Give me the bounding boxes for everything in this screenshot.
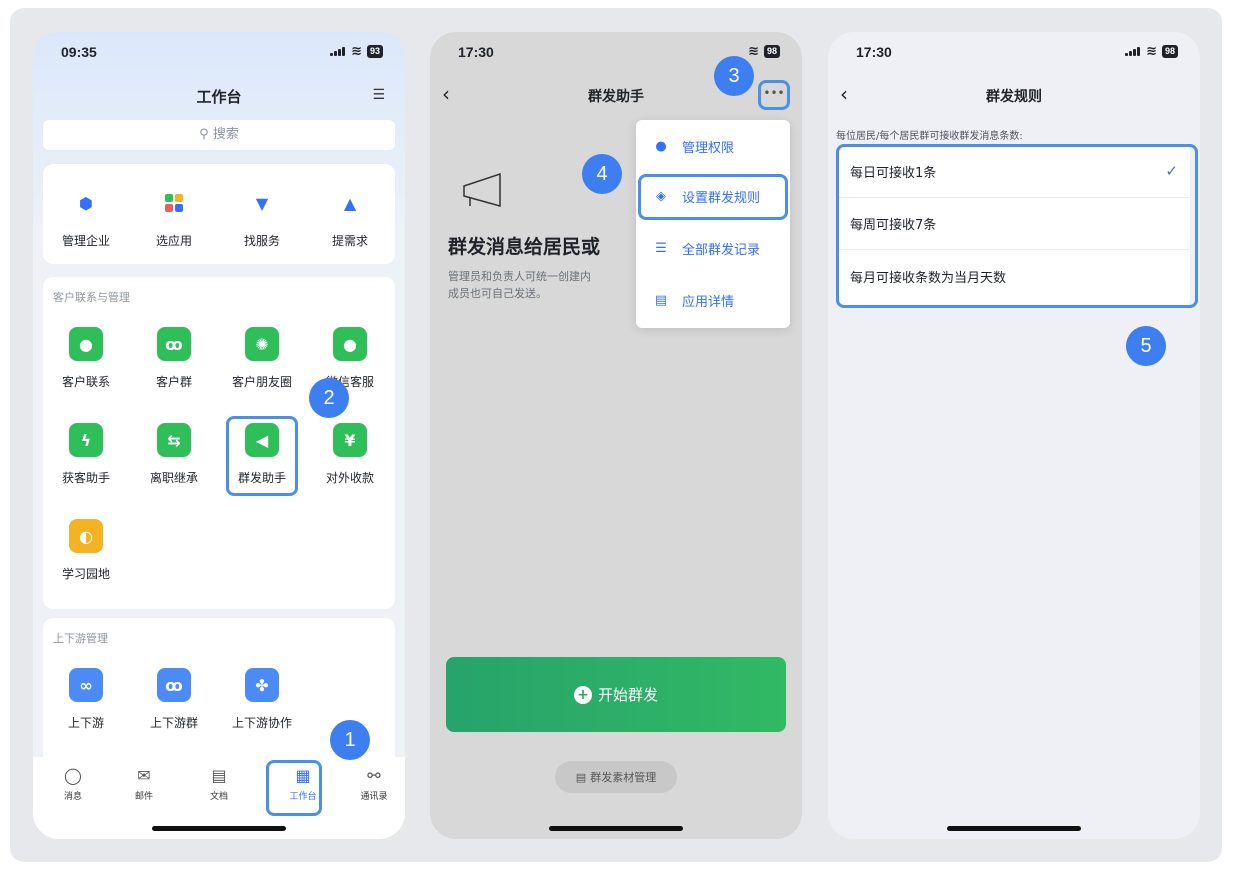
- highlight-more-button: [758, 80, 790, 110]
- yuan-icon: ¥: [333, 423, 367, 457]
- planet-icon: ◐: [69, 519, 103, 553]
- wifi-icon: ≋: [748, 43, 759, 59]
- highlight-mass-send: [226, 416, 298, 496]
- section-title-updown: 上下游管理: [53, 632, 108, 645]
- section-title-customer: 客户联系与管理: [53, 291, 130, 304]
- mail-icon: ✉: [137, 766, 151, 785]
- home-indicator: [947, 826, 1081, 831]
- status-time: 17:30: [856, 44, 892, 60]
- chat-bubble-icon: ●: [69, 327, 103, 361]
- tool-customer-moments[interactable]: ✺ 客户朋友圈: [219, 327, 305, 390]
- tab-messages[interactable]: ◯ 消息: [43, 765, 103, 802]
- tool-request[interactable]: ▲ 提需求: [307, 186, 393, 249]
- tab-docs[interactable]: ▤ 文档: [189, 765, 249, 802]
- tool-find-service[interactable]: ▼ 找服务: [219, 186, 305, 249]
- highlight-workbench-tab: [266, 760, 322, 816]
- page-title: 工作台: [196, 88, 242, 106]
- tool-updown-group[interactable]: ꝏ 上下游群: [131, 668, 217, 731]
- tool-updown-collab[interactable]: ✤ 上下游协作: [219, 668, 305, 731]
- tab-contacts[interactable]: ⚯ 通讯录: [344, 765, 404, 802]
- stage-background: 09:35 ≋ 93 工作台 ☰ ⚲ 搜索 ⬢ 管理企业 选应用 ▼ 找服务 ▲…: [10, 8, 1222, 862]
- signal-icon: [1125, 47, 1141, 56]
- search-input[interactable]: ⚲ 搜索: [43, 120, 395, 150]
- battery-icon: 98: [1161, 45, 1178, 58]
- nav-bar: ‹ 群发规则: [828, 80, 1200, 110]
- people-icon: ꝏ: [157, 668, 191, 702]
- signal-icon: [330, 47, 346, 56]
- options-dropdown: ● 管理权限 ◈ 设置群发规则 ☰ 全部群发记录 ▤ 应用详情: [636, 120, 790, 328]
- org-chart-icon: ⚯: [367, 766, 381, 785]
- status-time: 09:35: [61, 44, 97, 60]
- details-icon: ▤: [654, 292, 668, 308]
- apps-grid-icon: [157, 186, 191, 220]
- search-placeholder: 搜索: [212, 127, 239, 142]
- step-badge-2: 2: [309, 378, 349, 418]
- clover-icon: ✤: [245, 668, 279, 702]
- quick-tools-card: ⬢ 管理企业 选应用 ▼ 找服务 ▲ 提需求: [43, 164, 395, 264]
- page-title: 群发规则: [986, 89, 1042, 105]
- intro-description: 管理员和负责人可统一创建内 成员也可自己发送。: [448, 270, 591, 300]
- highlight-rule-options: [836, 144, 1198, 308]
- mass-send-assets-button[interactable]: ▤ 群发素材管理: [555, 761, 677, 793]
- tab-bar: ◯ 消息 ✉ 邮件 ▤ 文档 ▦ 工作台 ⚯ 通讯录: [33, 757, 405, 839]
- records-icon: ☰: [655, 240, 667, 256]
- menu-item-all-records[interactable]: ☰ 全部群发记录: [636, 228, 790, 268]
- rules-hint: 每位居民/每个居民群可接收群发消息条数:: [836, 131, 1023, 142]
- tie-icon: ▼: [255, 193, 269, 213]
- tool-choose-app[interactable]: 选应用: [131, 186, 217, 249]
- wifi-icon: ≋: [351, 43, 362, 59]
- aperture-icon: ✺: [245, 327, 279, 361]
- shapes-plus-icon: ▲: [343, 193, 357, 213]
- megaphone-icon: [463, 172, 501, 207]
- people-icon: ꝏ: [157, 327, 191, 361]
- link-icon: ∞: [69, 668, 103, 702]
- status-bar: 09:35 ≋ 93: [33, 32, 405, 72]
- battery-icon: 98: [763, 45, 780, 58]
- message-icon: ●: [333, 327, 367, 361]
- document-icon: ▤: [575, 770, 587, 784]
- step-badge-5: 5: [1126, 326, 1166, 366]
- highlight-set-rules: [638, 174, 788, 220]
- plus-icon: +: [573, 685, 592, 704]
- tool-external-payment[interactable]: ¥ 对外收款: [307, 423, 393, 486]
- customer-section-card: 客户联系与管理 ● 客户联系 ꝏ 客户群 ✺ 客户朋友圈 ● 微信客服 ϟ 获客…: [43, 277, 395, 609]
- phone-mass-send: 17:30 ≋ 98 ‹ 群发助手 ••• 群发消息给居民或 管理员和负责人可统…: [430, 32, 802, 839]
- tool-resign-inherit[interactable]: ⇆ 离职继承: [131, 423, 217, 486]
- start-mass-send-button[interactable]: + 开始群发: [446, 657, 786, 732]
- tool-manage-enterprise[interactable]: ⬢ 管理企业: [43, 186, 129, 249]
- status-time: 17:30: [458, 44, 494, 60]
- phone-workbench: 09:35 ≋ 93 工作台 ☰ ⚲ 搜索 ⬢ 管理企业 选应用 ▼ 找服务 ▲…: [33, 32, 405, 839]
- step-badge-4: 4: [582, 154, 622, 194]
- step-badge-1: 1: [330, 720, 370, 760]
- lightning-icon: ϟ: [69, 423, 103, 457]
- intro-heading: 群发消息给居民或: [448, 236, 601, 258]
- tool-customer-group[interactable]: ꝏ 客户群: [131, 327, 217, 390]
- menu-item-app-details[interactable]: ▤ 应用详情: [636, 280, 790, 320]
- wifi-icon: ≋: [1146, 43, 1157, 59]
- tool-updown[interactable]: ∞ 上下游: [43, 668, 129, 731]
- document-icon: ▤: [211, 766, 227, 785]
- transfer-icon: ⇆: [157, 423, 191, 457]
- tool-lead-assistant[interactable]: ϟ 获客助手: [43, 423, 129, 486]
- tool-customer-contact[interactable]: ● 客户联系: [43, 327, 129, 390]
- step-badge-3: 3: [714, 56, 754, 96]
- home-indicator: [549, 826, 683, 831]
- search-icon: ⚲: [199, 127, 209, 142]
- home-indicator: [152, 826, 286, 831]
- menu-item-permissions[interactable]: ● 管理权限: [636, 126, 790, 166]
- tool-learning-garden[interactable]: ◐ 学习园地: [43, 519, 129, 582]
- chat-icon: ◯: [64, 766, 82, 785]
- battery-icon: 93: [366, 45, 383, 58]
- settings-menu-icon[interactable]: ☰: [372, 87, 385, 103]
- tab-mail[interactable]: ✉ 邮件: [114, 765, 174, 802]
- admin-icon: ●: [655, 138, 667, 154]
- status-bar: 17:30 ≋ 98: [828, 32, 1200, 72]
- phone-send-rules: 17:30 ≋ 98 ‹ 群发规则 每位居民/每个居民群可接收群发消息条数: 每…: [828, 32, 1200, 839]
- hexagon-icon: ⬢: [79, 193, 93, 213]
